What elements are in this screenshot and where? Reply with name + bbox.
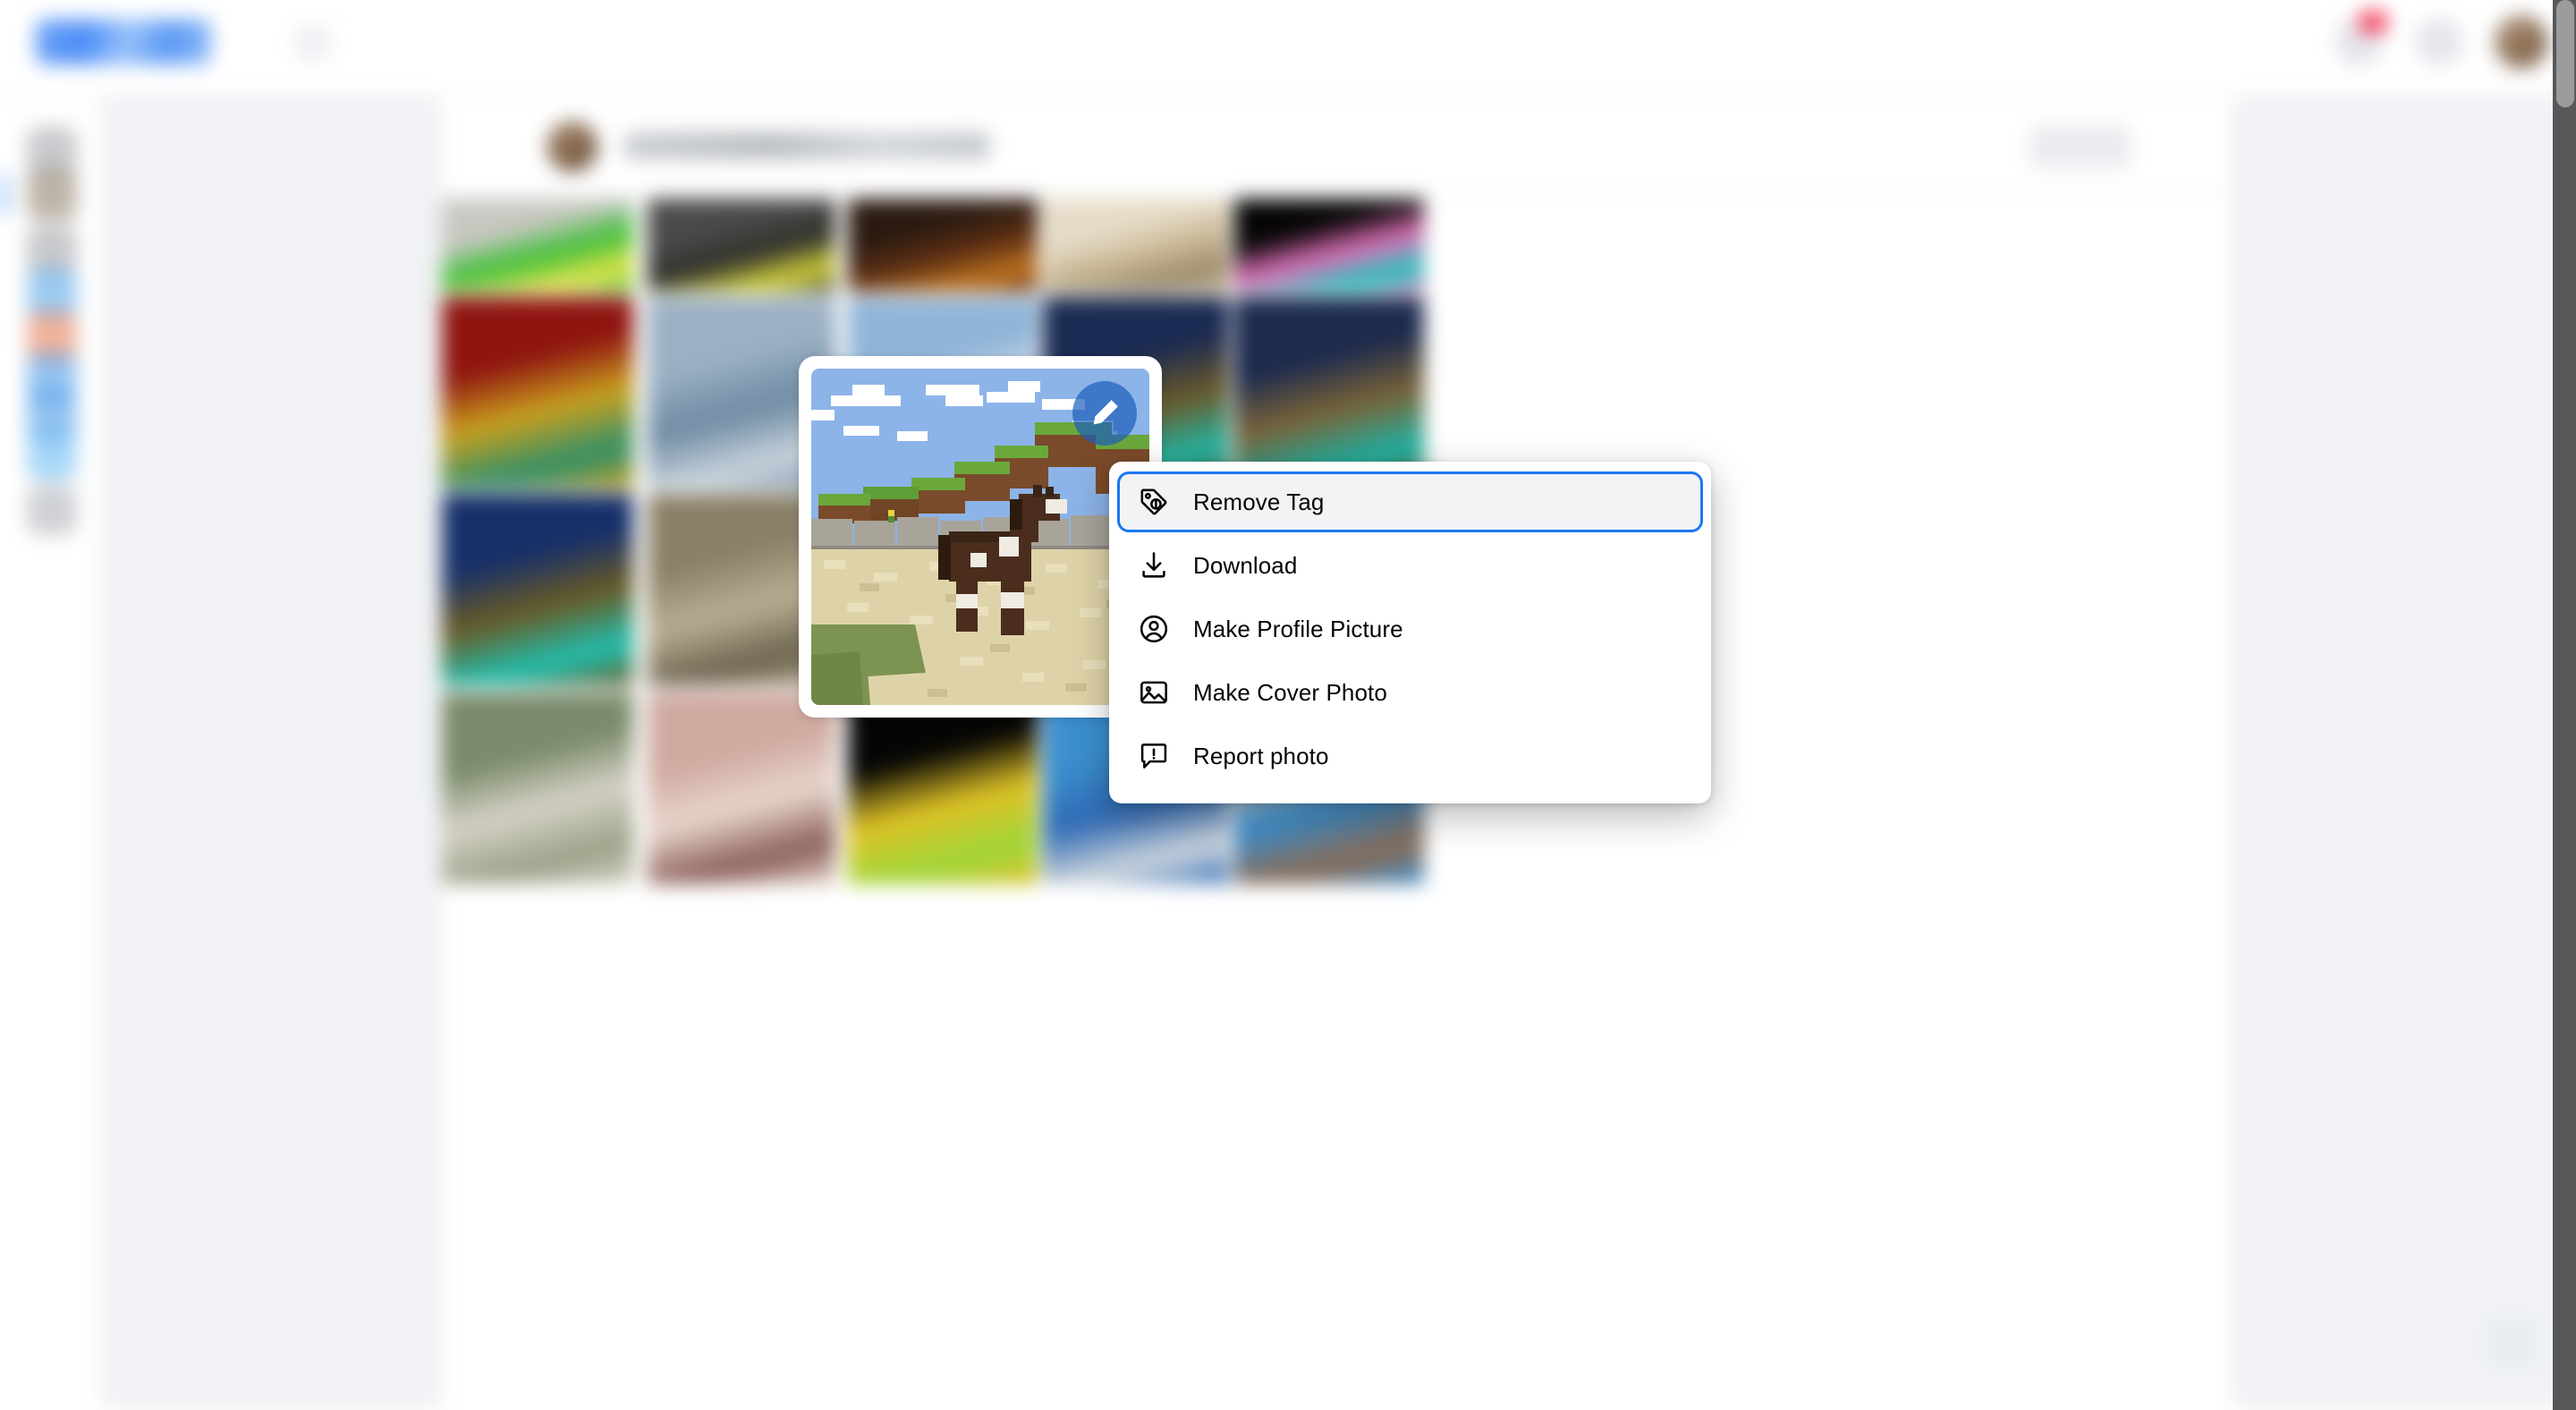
photo-thumbnail[interactable] xyxy=(1234,199,1424,292)
photo-thumbnail-image xyxy=(1043,199,1229,292)
menu-item-label: Make Cover Photo xyxy=(1193,678,1387,706)
top-navigation-bar xyxy=(0,0,2576,97)
photo-thumbnail[interactable] xyxy=(648,692,835,884)
photo-thumbnail-image xyxy=(1234,297,1424,488)
page-scrollbar-thumb[interactable] xyxy=(2556,0,2574,107)
pencil-icon xyxy=(1093,400,1118,425)
photo-thumbnail-image xyxy=(648,199,835,292)
topbar-actions xyxy=(2334,11,2547,68)
photo-thumbnail[interactable] xyxy=(442,297,633,488)
menu-item-label: Make Profile Picture xyxy=(1193,615,1403,642)
avatar xyxy=(547,122,597,172)
photo-thumbnail-image xyxy=(848,199,1038,292)
report-icon xyxy=(1134,736,1174,776)
page-title xyxy=(624,132,989,159)
user-circle-icon xyxy=(1134,609,1174,649)
photo-thumbnail-image xyxy=(1234,199,1424,292)
photo-thumbnail-image xyxy=(442,494,633,685)
notification-badge xyxy=(2358,11,2388,34)
scroll-to-top-button[interactable] xyxy=(2488,1319,2537,1367)
download-icon xyxy=(1134,546,1174,585)
sidebar-item-2[interactable] xyxy=(0,170,77,220)
photo-thumbnail-image xyxy=(442,692,633,884)
menu-item-label: Report photo xyxy=(1193,742,1329,769)
menu-item-report-photo[interactable]: Report photo xyxy=(1120,728,1700,784)
photo-thumbnail[interactable] xyxy=(442,199,633,292)
photo-thumbnail-image xyxy=(442,199,633,292)
photo-thumbnail[interactable] xyxy=(848,199,1038,292)
minecraft-horse-photo[interactable] xyxy=(811,369,1149,705)
image-icon xyxy=(1134,673,1174,712)
menu-item-make-cover-photo[interactable]: Make Cover Photo xyxy=(1120,665,1700,720)
apps-grid-icon[interactable] xyxy=(293,23,333,63)
sidebar-item-8[interactable] xyxy=(27,429,77,480)
menu-item-download[interactable]: Download xyxy=(1120,538,1700,593)
page-scrollbar-track[interactable] xyxy=(2553,0,2576,1410)
brand-logo[interactable] xyxy=(36,20,211,64)
photo-thumbnail[interactable] xyxy=(1043,199,1229,292)
edit-photo-badge[interactable] xyxy=(1072,381,1137,446)
photo-thumbnail-image xyxy=(648,692,835,884)
notifications-icon[interactable] xyxy=(2415,18,2463,66)
left-sidebar xyxy=(0,97,102,1410)
account-avatar[interactable] xyxy=(2496,16,2547,68)
header-action-button[interactable] xyxy=(2030,125,2131,168)
photo-thumbnail[interactable] xyxy=(1234,297,1424,488)
photos-page: Remove Tag Download Make Profile Picture Ma… xyxy=(0,0,2576,1410)
photo-thumbnail[interactable] xyxy=(442,692,633,884)
photo-context-menu: Remove Tag Download Make Profile Picture Ma… xyxy=(1109,462,1711,803)
menu-item-remove-tag[interactable]: Remove Tag xyxy=(1120,474,1700,530)
sidebar-item-9[interactable] xyxy=(27,485,77,535)
menu-item-label: Download xyxy=(1193,551,1298,579)
photo-thumbnail[interactable] xyxy=(648,199,835,292)
sheet-header xyxy=(442,104,2231,191)
photo-thumbnail[interactable] xyxy=(848,692,1038,884)
messenger-icon[interactable] xyxy=(2334,11,2388,66)
menu-item-label: Remove Tag xyxy=(1193,488,1325,515)
selected-photo-card[interactable] xyxy=(799,356,1162,718)
photo-thumbnail[interactable] xyxy=(442,494,633,685)
photo-thumbnail-image xyxy=(848,692,1038,884)
tag-icon xyxy=(1134,482,1174,522)
menu-item-make-profile-picture[interactable]: Make Profile Picture xyxy=(1120,601,1700,657)
photo-thumbnail-image xyxy=(442,297,633,488)
